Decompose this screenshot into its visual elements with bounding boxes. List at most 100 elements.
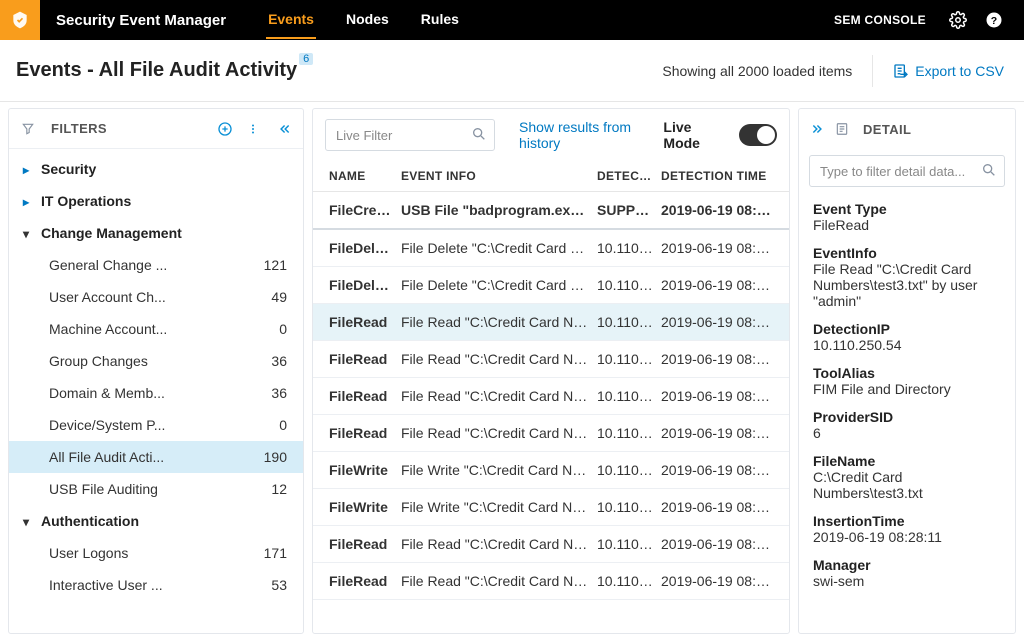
sidebar-item[interactable]: USB File Auditing12: [9, 473, 303, 505]
table-row[interactable]: FileDeleteFile Delete "C:\Credit Card Nu…: [313, 230, 789, 267]
detail-field-value: File Read "C:\Credit Card Numbers\test3.…: [813, 261, 1001, 309]
table-row[interactable]: FileReadFile Read "C:\Credit Card Num...…: [313, 526, 789, 563]
table-row[interactable]: FileReadFile Read "C:\Credit Card Num...…: [313, 378, 789, 415]
cell: 10.110.2...: [593, 341, 657, 377]
search-icon: [471, 126, 487, 142]
sidebar-item[interactable]: All File Audit Acti...190: [9, 441, 303, 473]
cell: 2019-06-19 08:28:33: [657, 192, 777, 228]
detail-filter-input[interactable]: [809, 155, 1005, 187]
detail-field-key: EventInfo: [813, 245, 1001, 261]
cell: 2019-06-19 08:28:11: [657, 341, 777, 377]
detail-field-key: Event Type: [813, 201, 1001, 217]
table-row[interactable]: FileReadFile Read "C:\Credit Card Num...…: [313, 415, 789, 452]
cell: FileRead: [325, 378, 397, 414]
show-history-link[interactable]: Show results from history: [519, 119, 655, 151]
detail-field: EventInfoFile Read "C:\Credit Card Numbe…: [813, 245, 1001, 309]
sidebar-item-label: Machine Account...: [49, 321, 251, 337]
sidebar-item-label: All File Audit Acti...: [49, 449, 251, 465]
cell: 10.110.2...: [593, 526, 657, 562]
table-row[interactable]: FileWriteFile Write "C:\Credit Card Nu..…: [313, 489, 789, 526]
detail-icon: [835, 121, 849, 137]
live-mode-toggle[interactable]: [739, 124, 777, 146]
live-mode-label: Live Mode: [663, 119, 722, 151]
table-row[interactable]: FileReadFile Read "C:\Credit Card Num...…: [313, 341, 789, 378]
collapse-sidebar-button[interactable]: [277, 122, 291, 136]
detail-panel: DETAIL Event TypeFileReadEventInfoFile R…: [798, 108, 1016, 634]
live-filter-input[interactable]: [325, 119, 495, 151]
sem-console-button[interactable]: SEM CONSOLE: [820, 13, 940, 27]
detail-field: FileNameC:\Credit Card Numbers\test3.txt: [813, 453, 1001, 501]
sidebar-category[interactable]: Authentication: [9, 505, 303, 537]
help-button[interactable]: ?: [976, 0, 1012, 40]
cell: FileWrite: [325, 452, 397, 488]
export-csv-label: Export to CSV: [915, 63, 1004, 79]
detail-field-value: swi-sem: [813, 573, 1001, 589]
sidebar-item-label: Domain & Memb...: [49, 385, 251, 401]
col-event-info[interactable]: EVENT INFO: [397, 161, 593, 191]
table-row[interactable]: FileCreateUSB File "badprogram.exe" Cr..…: [313, 192, 789, 230]
export-csv-button[interactable]: Export to CSV: [872, 55, 1008, 87]
detail-field-key: ProviderSID: [813, 409, 1001, 425]
table-row[interactable]: FileReadFile Read "C:\Credit Card Num...…: [313, 304, 789, 341]
table-row[interactable]: FileDeleteFile Delete "C:\Credit Card Nu…: [313, 267, 789, 304]
cell: FileRead: [325, 415, 397, 451]
sidebar-item-count: 171: [251, 545, 289, 561]
sidebar-item-count: 53: [251, 577, 289, 593]
cell: USB File "badprogram.exe" Cr...: [397, 192, 593, 228]
col-detection-ip[interactable]: DETECTI...: [593, 161, 657, 191]
chevron-icon: [23, 513, 33, 529]
tab-events[interactable]: Events: [266, 1, 316, 39]
sidebar-item[interactable]: User Logons171: [9, 537, 303, 569]
col-name[interactable]: NAME: [325, 161, 397, 191]
detail-field-value: 6: [813, 425, 1001, 441]
detail-field-key: InsertionTime: [813, 513, 1001, 529]
sidebar-item[interactable]: Interactive User ...53: [9, 569, 303, 601]
cell: 10.110.2...: [593, 267, 657, 303]
sidebar-item-count: 36: [251, 353, 289, 369]
sidebar-item-count: 0: [251, 417, 289, 433]
sidebar-item-label: General Change ...: [49, 257, 251, 273]
sidebar-category[interactable]: IT Operations: [9, 185, 303, 217]
cell: File Delete "C:\Credit Card Nu...: [397, 230, 593, 266]
sidebar-category-label: Authentication: [41, 513, 139, 529]
expand-detail-button[interactable]: [811, 122, 825, 136]
chevron-icon: [23, 161, 33, 177]
events-panel: Show results from history Live Mode NAME…: [312, 108, 790, 634]
table-row[interactable]: FileReadFile Read "C:\Credit Card Num...…: [313, 563, 789, 600]
cell: 2019-06-19 08:27:58: [657, 526, 777, 562]
sidebar-item-count: 12: [251, 481, 289, 497]
app-logo: [0, 0, 40, 40]
cell: FileRead: [325, 563, 397, 599]
more-options-button[interactable]: [247, 121, 259, 137]
cell: File Read "C:\Credit Card Num...: [397, 526, 593, 562]
detail-field-value: 2019-06-19 08:28:11: [813, 529, 1001, 545]
topbar: Security Event Manager Events Nodes Rule…: [0, 0, 1024, 40]
sidebar-item[interactable]: Group Changes36: [9, 345, 303, 377]
cell: 10.110.2...: [593, 489, 657, 525]
sidebar-item[interactable]: Device/System P...0: [9, 409, 303, 441]
detail-field: DetectionIP10.110.250.54: [813, 321, 1001, 353]
sidebar-category[interactable]: Security: [9, 153, 303, 185]
sidebar-item[interactable]: General Change ...121: [9, 249, 303, 281]
sidebar-item[interactable]: Machine Account...0: [9, 313, 303, 345]
filters-title: FILTERS: [51, 121, 209, 136]
table-row[interactable]: FileWriteFile Write "C:\Credit Card Nu..…: [313, 452, 789, 489]
cell: 10.110.2...: [593, 563, 657, 599]
cell: File Read "C:\Credit Card Num...: [397, 341, 593, 377]
app-title: Security Event Manager: [56, 12, 226, 29]
sidebar-item[interactable]: Domain & Memb...36: [9, 377, 303, 409]
detail-field-key: DetectionIP: [813, 321, 1001, 337]
col-detection-time[interactable]: DETECTION TIME: [657, 161, 777, 191]
add-filter-button[interactable]: [217, 121, 233, 137]
cell: FileRead: [325, 341, 397, 377]
sidebar-category-label: Security: [41, 161, 96, 177]
settings-button[interactable]: [940, 0, 976, 40]
cell: FileDelete: [325, 230, 397, 266]
tab-nodes[interactable]: Nodes: [344, 1, 391, 39]
cell: 10.110.2...: [593, 230, 657, 266]
cell: 10.110.2...: [593, 304, 657, 340]
sidebar-item[interactable]: User Account Ch...49: [9, 281, 303, 313]
tab-rules[interactable]: Rules: [419, 1, 461, 39]
cell: 10.110.2...: [593, 378, 657, 414]
sidebar-category[interactable]: Change Management: [9, 217, 303, 249]
